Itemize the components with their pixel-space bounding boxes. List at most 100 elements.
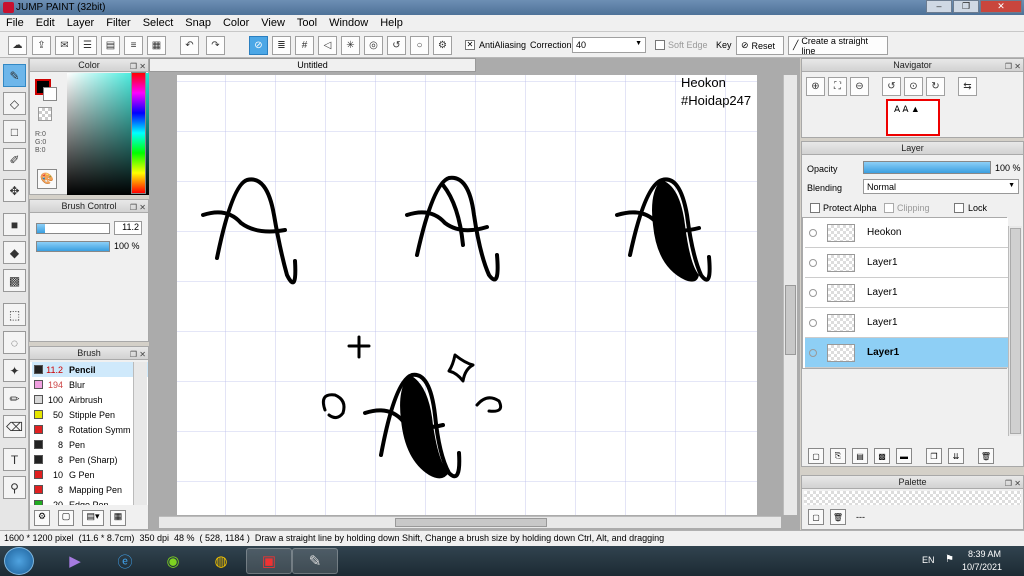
correction-select[interactable]: 40 ▼ [572,37,646,53]
horizontal-scroll-thumb[interactable] [395,518,547,527]
delete-palette-icon[interactable]: 🗑 [830,509,846,525]
gradient-tool-icon[interactable]: ▩ [3,269,26,292]
dropper-tool-icon[interactable]: ⚲ [3,476,26,499]
brush-opacity-slider[interactable] [36,241,110,252]
magic-wand-icon[interactable]: ✦ [3,359,26,382]
move-tool-icon[interactable]: ✥ [3,179,26,202]
protect-alpha-checkbox[interactable] [810,203,820,213]
menu-select[interactable]: Select [137,17,180,29]
brush-item[interactable]: 11.2 Pencil [32,362,148,377]
layer-scroll-thumb[interactable] [1010,228,1021,434]
text-tool-icon[interactable]: T [3,448,26,471]
redo-icon[interactable]: ↷ [206,36,225,55]
menu-file[interactable]: File [0,17,30,29]
horizontal-scrollbar[interactable] [159,516,781,528]
brush-item[interactable]: 8 Pen [32,437,148,452]
brush-item[interactable]: 8 Rotation Symm [32,422,148,437]
menu-view[interactable]: View [255,17,291,29]
layer-row[interactable]: Layer1 [805,248,1008,278]
close-button[interactable]: ✕ [980,0,1022,13]
panel-close-icon[interactable]: ❐ ✕ [130,348,146,361]
brush-list-scrollbar[interactable] [133,362,147,505]
layer-list-scrollbar[interactable] [1008,226,1022,436]
palette-swatches[interactable] [804,491,1021,505]
share-icon[interactable]: ⇪ [32,36,51,55]
bucket-tool-icon[interactable]: ◆ [3,241,26,264]
menu-window[interactable]: Window [323,17,374,29]
internet-explorer-icon[interactable]: ⓔ [102,548,148,574]
select-rect-icon[interactable]: ⬚ [3,303,26,326]
reset-button[interactable]: ⊘ Reset [736,36,784,55]
menu-layer[interactable]: Layer [61,17,101,29]
rectangle-select-icon[interactable]: □ [3,120,26,143]
snap-off-icon[interactable]: ⊘ [249,36,268,55]
duplicate-layer-icon[interactable]: ❐ [926,448,942,464]
brush-size-field[interactable]: 11.2 [114,221,142,235]
radial-snap-icon[interactable]: ✳ [341,36,360,55]
rotate-right-icon[interactable]: ↻ [926,77,945,96]
lock-checkbox[interactable] [954,203,964,213]
visibility-icon[interactable] [809,258,817,267]
concentric-snap-icon[interactable]: ◎ [364,36,383,55]
visibility-icon[interactable] [809,228,817,237]
green-app-icon[interactable]: ◉ [150,548,196,574]
hue-slider[interactable] [131,72,146,194]
snap-settings-icon[interactable]: ⚙ [433,36,452,55]
antialiasing-checkbox[interactable]: ✕ [465,40,475,50]
brush-item[interactable]: 20 Edge Pen [32,497,148,505]
flag-icon[interactable]: ⚑ [945,554,954,565]
navigator-preview[interactable]: ꓮ ꓮ ▲ [886,99,940,136]
lasso-tool-icon[interactable]: ◌ [3,331,26,354]
minimize-button[interactable]: – [926,0,952,13]
delete-layer-icon[interactable]: 🗑 [978,448,994,464]
palette-settings-icon[interactable]: 🎨 [37,169,57,189]
brush-size-slider[interactable] [36,223,110,234]
new-tone-layer-icon[interactable]: ▤ [852,448,868,464]
parallel-snap-icon[interactable]: ≣ [272,36,291,55]
menu-help[interactable]: Help [374,17,409,29]
panel-close-icon[interactable]: ❐ ✕ [1005,60,1021,73]
transparent-color-swatch[interactable] [38,107,52,121]
brush-item[interactable]: 8 Mapping Pen [32,482,148,497]
rotate-left-icon[interactable]: ↺ [882,77,901,96]
background-color-swatch[interactable] [43,87,57,101]
brush-item[interactable]: 8 Pen (Sharp) [32,452,148,467]
menu-edit[interactable]: Edit [30,17,61,29]
perspective-snap-icon[interactable]: ◁ [318,36,337,55]
visibility-icon[interactable] [809,288,817,297]
circle-snap-icon[interactable]: ○ [410,36,429,55]
rotate-reset-icon[interactable]: ⊙ [904,77,923,96]
copy-layer-icon[interactable]: ⎘ [830,448,846,464]
vertical-scrollbar[interactable] [783,75,797,515]
blending-select[interactable]: Normal ▼ [863,179,1019,194]
vertical-scroll-thumb[interactable] [785,285,796,355]
brush-settings-icon[interactable]: ⚙ [34,510,50,526]
maximize-button[interactable]: ❐ [953,0,979,13]
layer-opacity-slider[interactable] [863,161,991,174]
menu-tool[interactable]: Tool [291,17,323,29]
language-indicator[interactable]: EN [922,555,935,565]
menu-color[interactable]: Color [217,17,255,29]
brush-item[interactable]: 50 Stipple Pen [32,407,148,422]
zoom-out-icon[interactable]: ⊖ [850,77,869,96]
zoom-fit-icon[interactable]: ⛶ [828,77,847,96]
pen-tool-icon[interactable]: ✐ [3,148,26,171]
visibility-icon[interactable] [809,318,817,327]
brush-item[interactable]: 100 Airbrush [32,392,148,407]
menu-filter[interactable]: Filter [100,17,136,29]
halftone-layer-icon[interactable]: ▩ [874,448,890,464]
cloud-icon[interactable]: ☁ [8,36,27,55]
select-pen-icon[interactable]: ✏ [3,387,26,410]
start-button[interactable] [4,547,34,575]
panel-close-icon[interactable]: ❐ ✕ [130,201,146,214]
brush-delete-icon[interactable]: ▦ [110,510,126,526]
clipping-checkbox[interactable] [884,203,894,213]
brush-item[interactable]: 194 Blur [32,377,148,392]
straight-line-button[interactable]: ╱ Create a straight line [788,36,888,56]
brush-item[interactable]: 10 G Pen [32,467,148,482]
grid-settings-icon[interactable]: ▦ [147,36,166,55]
eraser-tool-icon[interactable]: ◇ [3,92,26,115]
fill-rect-icon[interactable]: ■ [3,213,26,236]
chrome-icon[interactable]: ◍ [198,548,244,574]
new-palette-icon[interactable]: ▢ [808,509,824,525]
